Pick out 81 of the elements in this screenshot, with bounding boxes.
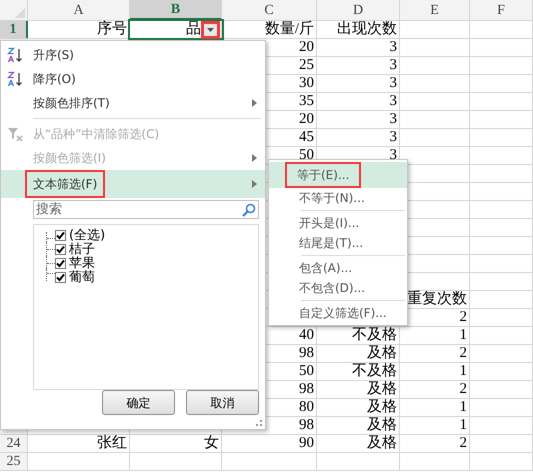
table-cell: 3	[390, 76, 397, 91]
table-cell: 序号	[97, 22, 127, 37]
table-cell: 女	[204, 436, 219, 451]
table-cell: 1	[460, 400, 467, 415]
value-label[interactable]: (全选)	[69, 228, 106, 242]
table-cell: 40	[299, 328, 314, 343]
table-cell: 20	[299, 112, 314, 127]
table-cell: 2	[460, 436, 467, 451]
table-cell: 及格	[367, 400, 397, 415]
sort-ascending-icon	[7, 47, 23, 63]
table-cell: 20	[299, 40, 314, 55]
menu-item[interactable]: 文本筛选(F)	[1, 170, 265, 198]
menu-item[interactable]: 开头是(I)...	[269, 213, 407, 233]
menu-item[interactable]: 不等于(N)...	[269, 188, 407, 208]
clear-filter-icon	[7, 126, 23, 142]
table-cell: 及格	[367, 418, 397, 433]
table-cell: 不及格	[352, 364, 397, 379]
menu-item[interactable]: 不包含(D)...	[269, 278, 407, 298]
table-cell: 及格	[367, 436, 397, 451]
search-field[interactable]: 搜索	[33, 200, 259, 219]
table-cell: 1	[460, 364, 467, 379]
menu-item[interactable]: 等于(E)...	[269, 162, 407, 188]
search-icon	[242, 203, 256, 217]
table-cell: 3	[390, 58, 397, 73]
dialog-button[interactable]: 取消	[186, 390, 259, 415]
table-cell: 25	[299, 58, 314, 73]
column-header[interactable]: D	[317, 0, 400, 20]
corner-triangle-icon	[15, 8, 25, 18]
column-header[interactable]: E	[400, 0, 470, 20]
submenu-arrow-icon	[252, 154, 257, 162]
checkbox[interactable]	[55, 258, 66, 269]
column-header[interactable]: B	[130, 0, 222, 20]
table-cell: 2	[460, 382, 467, 397]
table-cell: 3	[390, 94, 397, 109]
resize-grip-icon[interactable]	[256, 420, 262, 426]
menu-item[interactable]: 按颜色排序(T)	[1, 91, 265, 115]
filter-dropdown-button[interactable]	[201, 21, 220, 39]
menu-item[interactable]: 结尾是(T)...	[269, 233, 407, 253]
table-cell: 80	[299, 400, 314, 415]
submenu-arrow-icon	[252, 180, 257, 188]
column-header[interactable]: C	[222, 0, 317, 20]
menu-item[interactable]: 降序(O)	[1, 67, 265, 91]
table-cell: 45	[299, 130, 314, 145]
table-cell: 50	[299, 364, 314, 379]
table-cell: 98	[299, 346, 314, 361]
table-cell: 30	[299, 76, 314, 91]
checkbox[interactable]	[55, 230, 66, 241]
submenu-arrow-icon	[252, 99, 257, 107]
dialog-button[interactable]: 确定	[102, 390, 175, 415]
table-cell: 98	[299, 382, 314, 397]
table-cell: 3	[390, 148, 397, 163]
table-cell: 98	[299, 418, 314, 433]
table-cell: 3	[390, 40, 397, 55]
table-cell: 重复次数	[407, 292, 467, 307]
value-label[interactable]: 桔子	[69, 242, 95, 256]
menu-item[interactable]: 升序(S)	[1, 43, 265, 67]
column-header[interactable]: F	[470, 0, 533, 20]
table-cell: 2	[460, 310, 467, 325]
dropdown-arrow-icon	[207, 28, 214, 32]
sort-descending-icon	[7, 71, 23, 87]
checkbox[interactable]	[55, 244, 66, 255]
table-cell: 及格	[367, 346, 397, 361]
table-cell: 出现次数	[337, 22, 397, 37]
table-cell: 数量/斤	[264, 22, 314, 37]
table-cell: 90	[299, 436, 314, 451]
value-label[interactable]: 葡萄	[69, 270, 95, 284]
table-cell: 不及格	[352, 328, 397, 343]
value-label[interactable]: 苹果	[69, 256, 95, 270]
table-cell: 3	[390, 130, 397, 145]
table-cell: 品	[186, 22, 201, 37]
table-cell: 2	[460, 346, 467, 361]
table-cell: 50	[299, 148, 314, 163]
table-cell: 35	[299, 94, 314, 109]
menu-item[interactable]: 包含(A)...	[269, 258, 407, 278]
table-cell: 及格	[367, 382, 397, 397]
table-cell: 1	[460, 328, 467, 343]
table-cell: 张红	[97, 436, 127, 451]
table-cell: 1	[460, 418, 467, 433]
table-cell: 3	[390, 112, 397, 127]
menu-item[interactable]: 自定义筛选(F)...	[269, 303, 407, 323]
checkbox[interactable]	[55, 272, 66, 283]
